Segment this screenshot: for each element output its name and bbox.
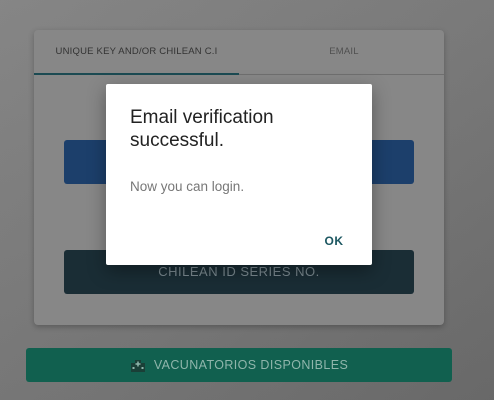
ok-button[interactable]: OK xyxy=(314,230,354,252)
tab-email[interactable]: EMAIL xyxy=(274,30,414,74)
verification-dialog: Email verification successful. Now you c… xyxy=(106,84,372,265)
vacunatorios-label: VACUNATORIOS DISPONIBLES xyxy=(153,358,349,372)
dialog-title: Email verification successful. xyxy=(130,107,274,151)
vacunatorios-button[interactable]: VACUNATORIOS DISPONIBLES xyxy=(26,348,452,382)
login-tabs: UNIQUE KEY AND/OR CHILEAN C.I EMAIL xyxy=(34,30,444,75)
dialog-message: Now you can login. xyxy=(130,179,245,194)
hospital-icon xyxy=(130,359,146,372)
tab-unique-key[interactable]: UNIQUE KEY AND/OR CHILEAN C.I xyxy=(34,30,239,75)
